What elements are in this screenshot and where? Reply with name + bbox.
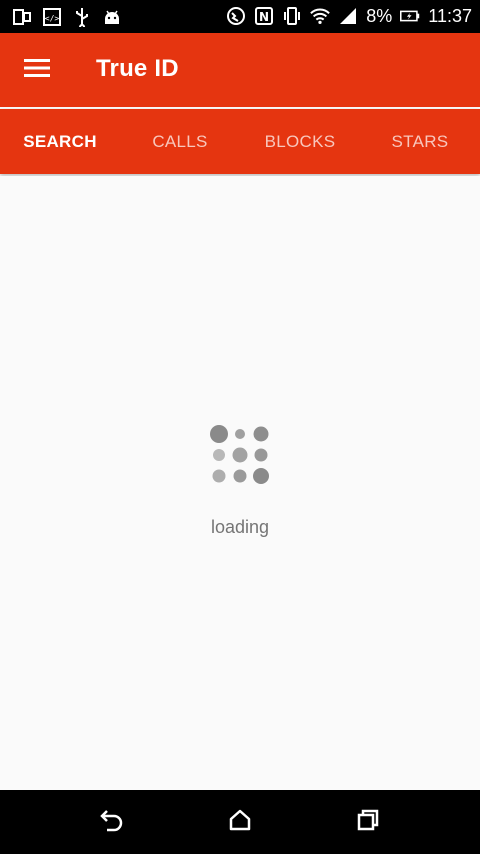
spinner-dot: [213, 449, 225, 461]
nfc-icon: N: [254, 5, 274, 27]
back-icon: [99, 808, 125, 837]
android-icon: [102, 6, 122, 28]
app-title: True ID: [96, 55, 179, 82]
spinner-dot: [253, 468, 269, 484]
status-right-icons: N 8% 11:37: [226, 4, 472, 28]
spinner-dot: [254, 448, 268, 462]
hamburger-menu-icon: [24, 58, 50, 83]
vibrate-icon: [282, 5, 302, 27]
home-button[interactable]: [220, 804, 260, 840]
navigation-bar: [0, 790, 480, 854]
svg-text:</>: </>: [45, 14, 60, 23]
signal-icon: [338, 5, 358, 27]
recents-icon: [356, 808, 380, 837]
spinner-dot: [253, 426, 269, 442]
spinner-dot: [212, 469, 226, 483]
back-button[interactable]: [92, 804, 132, 840]
tab-stars[interactable]: STARS: [360, 109, 480, 174]
battery-percent: 8%: [366, 5, 393, 26]
code-icon: </>: [42, 6, 62, 28]
wifi-icon: [310, 5, 331, 27]
tab-blocks[interactable]: BLOCKS: [240, 109, 360, 174]
battery-charging-icon: [400, 5, 420, 27]
tab-calls[interactable]: CALLS: [120, 109, 240, 174]
svg-text:N: N: [259, 10, 269, 24]
recents-button[interactable]: [348, 804, 388, 840]
menu-button[interactable]: [14, 49, 60, 91]
home-icon: [228, 808, 252, 837]
spinner-dot: [210, 425, 228, 443]
status-left-icons: </>: [12, 6, 122, 28]
app-bar: True ID: [0, 33, 480, 107]
spinner-dot: [235, 429, 245, 439]
search-content: loading: [0, 176, 480, 790]
dual-window-icon: [12, 6, 32, 28]
spinner-dot: [232, 447, 248, 463]
loading-text: loading: [210, 517, 270, 537]
spinner-dot: [233, 469, 247, 483]
tab-bar: SEARCH CALLS BLOCKS STARS: [0, 109, 480, 174]
status-time: 11:37: [428, 6, 472, 26]
status-bar: </> N 8% 11:37: [0, 0, 480, 33]
wifi-calling-icon: [226, 5, 246, 27]
usb-icon: [72, 6, 92, 28]
tab-search[interactable]: SEARCH: [0, 109, 120, 174]
loading-dots-icon: [207, 425, 273, 491]
